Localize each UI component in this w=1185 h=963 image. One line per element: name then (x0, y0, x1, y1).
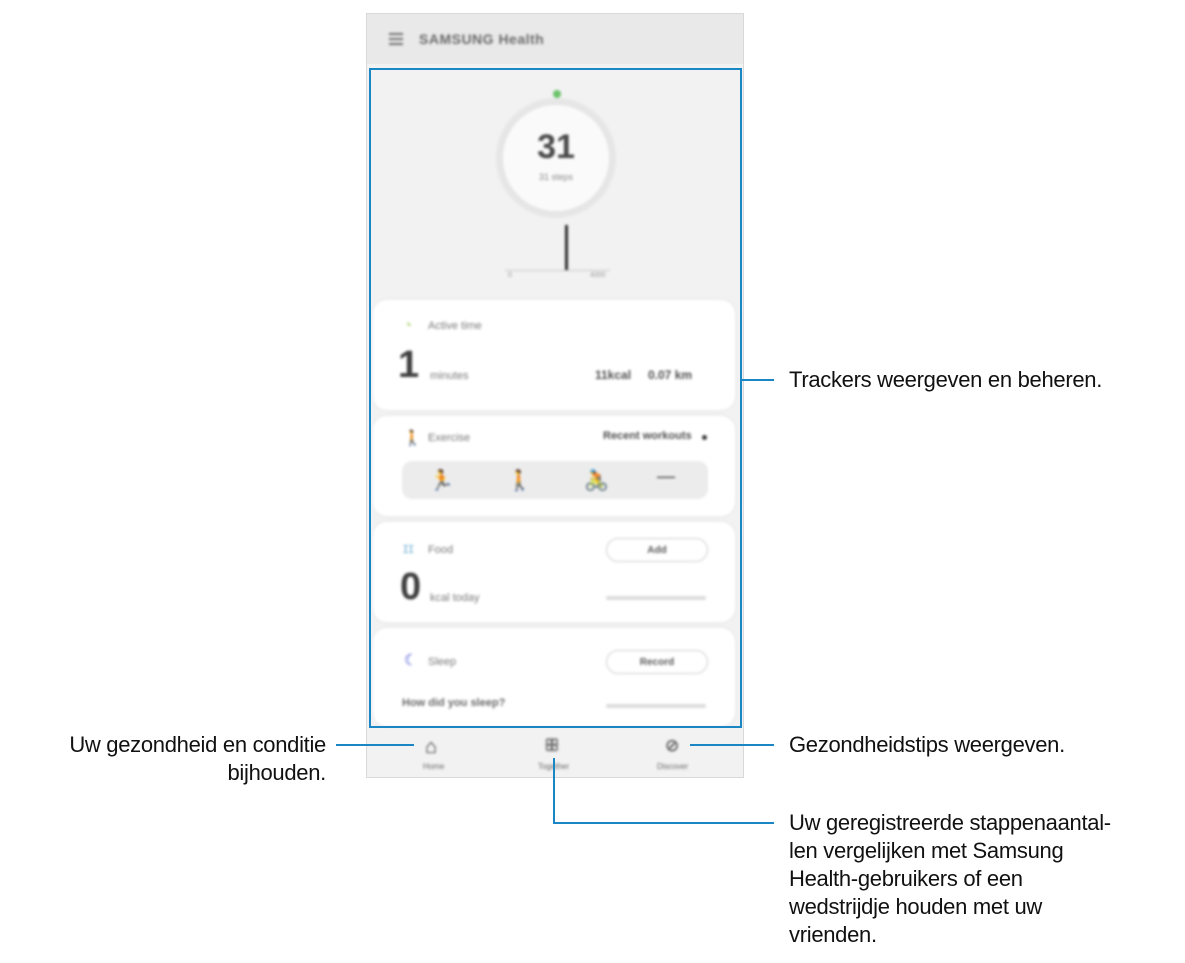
menu-icon[interactable] (389, 33, 403, 45)
discover-annotation: Gezondheidstips weergeven. (789, 732, 1065, 757)
together-annotation-line5: vrienden. (789, 922, 877, 947)
trackers-annotation: Trackers weergeven en beheren. (789, 367, 1103, 392)
home-annotation-line2: bijhouden. (227, 760, 326, 785)
together-icon[interactable]: ꕥ (544, 736, 560, 756)
together-annotation-line3: Health-gebruikers of een (789, 866, 1023, 891)
together-annotation-line2: len vergelijken met Samsung (789, 838, 1064, 863)
discover-callout-line (690, 744, 774, 746)
trackers-callout-line (742, 379, 774, 381)
nav-label-discover: Discover (657, 762, 689, 771)
together-callout-vertical (553, 758, 555, 824)
bottom-nav: ⌂ Home ꕥ Together ⊘ Discover (366, 728, 744, 778)
app-title: SAMSUNG Health (419, 31, 545, 47)
trackers-highlight (369, 68, 742, 728)
together-callout-horizontal (553, 822, 774, 824)
home-callout-line (336, 744, 414, 746)
discover-icon[interactable]: ⊘ (665, 736, 679, 756)
nav-label-home: Home (423, 762, 445, 771)
home-icon[interactable]: ⌂ (425, 736, 437, 759)
home-annotation-line1: Uw gezondheid en conditie (69, 732, 326, 757)
app-top-bar: SAMSUNG Health (367, 14, 743, 64)
together-annotation-line4: wedstrijdje houden met uw (789, 894, 1042, 919)
together-annotation-line1: Uw geregistreerde stappenaantal- (789, 810, 1111, 835)
